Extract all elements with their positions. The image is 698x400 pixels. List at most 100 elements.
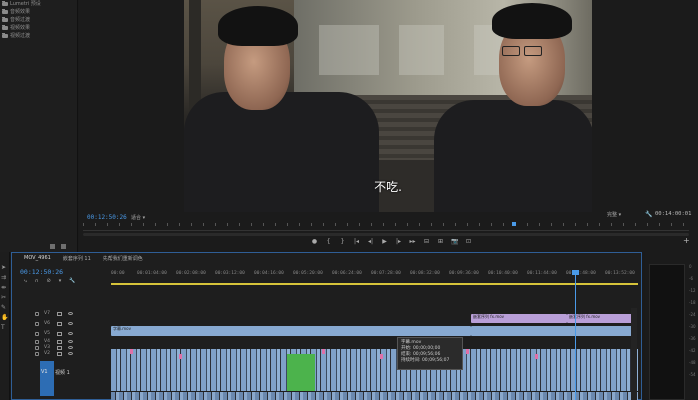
linked-selection-icon[interactable]: ⊘ [46, 278, 50, 284]
timeline-playhead[interactable] [575, 271, 576, 400]
transport-controls: ● { } |◂ ◂| ▶ |▸ ▸▸ ⊟ ⊞ 📷 ⊡ [311, 238, 472, 245]
pen-tool-icon[interactable]: ✎ [1, 304, 6, 311]
sync-lock-icon[interactable] [57, 322, 62, 326]
lock-icon[interactable] [35, 322, 39, 326]
clip-nested-fx-1[interactable]: 嵌套序列 fx.mov [471, 314, 567, 323]
export-frame-button[interactable]: 📷 [451, 238, 458, 245]
effects-item-audio-effects[interactable]: 音频效果 [2, 8, 30, 15]
step-back-button[interactable]: ◂| [367, 238, 374, 245]
effects-item-lumetri[interactable]: Lumetri 预设 [2, 0, 41, 7]
step-forward-button[interactable]: |▸ [395, 238, 402, 245]
timeline-vertical-scrollbar[interactable] [631, 308, 637, 400]
clip-marker[interactable] [179, 354, 182, 359]
video-preview[interactable]: 不吃. [184, 0, 592, 212]
razor-tool-icon[interactable]: ✂ [1, 294, 6, 301]
track-label-v1[interactable]: 视频 1 [55, 369, 70, 376]
timeline-settings-icon[interactable]: 🔧 [69, 278, 75, 284]
add-marker-button[interactable]: ● [311, 238, 318, 245]
fit-dropdown[interactable]: 适合 ▾ [131, 214, 145, 221]
sync-lock-icon[interactable] [57, 332, 62, 336]
selection-tool-icon[interactable]: ➤ [1, 264, 6, 271]
sync-lock-icon[interactable] [57, 352, 62, 356]
go-to-in-button[interactable]: |◂ [353, 238, 360, 245]
add-marker-icon[interactable]: ▾ [59, 278, 62, 284]
effects-item-video-effects[interactable]: 视频效果 [2, 24, 30, 31]
lock-icon[interactable] [35, 312, 39, 316]
delete-icon[interactable] [61, 244, 66, 249]
tab-sequence-mov4961[interactable]: MOV_4961 [24, 255, 51, 263]
db-label: -48 [689, 360, 696, 365]
eye-icon[interactable] [68, 346, 73, 349]
snap-icon[interactable]: ∩ [35, 278, 39, 284]
ruler-tick: 00:10:40:00 [488, 271, 518, 276]
timeline-panel: MOV_4961 嵌套序列 11 先帮我们重新调色 00:12:50:26 ⤷ … [11, 252, 642, 400]
nest-toggle-icon[interactable]: ⤷ [24, 278, 27, 284]
program-timecode[interactable]: 00:12:50:26 [87, 214, 127, 221]
db-label: -6 [689, 276, 693, 281]
new-bin-icon[interactable] [50, 244, 55, 249]
clip-marker[interactable] [466, 349, 469, 354]
tools-panel: ➤ ⇉ ⇹ ✂ ✎ ✋ T [0, 252, 10, 400]
clip-marker[interactable] [535, 354, 538, 359]
wrench-icon[interactable]: 🔧 [645, 211, 652, 218]
mark-in-button[interactable]: { [325, 238, 332, 245]
v1-lower-clip-strip[interactable] [111, 392, 638, 400]
lock-icon[interactable] [35, 352, 39, 356]
track-header-v2: V2 [12, 350, 111, 359]
sync-lock-icon[interactable] [57, 312, 62, 316]
db-label: -54 [689, 372, 696, 377]
eye-icon[interactable] [68, 340, 73, 343]
program-playhead[interactable] [512, 222, 516, 226]
effects-item-video-transitions[interactable]: 视频过渡 [2, 32, 30, 39]
clip-marker[interactable] [380, 354, 383, 359]
ruler-tick: 00:04:16:00 [254, 271, 284, 276]
work-area-bar[interactable] [111, 283, 638, 285]
hand-tool-icon[interactable]: ✋ [1, 314, 8, 321]
person-left-hair [218, 6, 298, 46]
lift-button[interactable]: ⊟ [423, 238, 430, 245]
background-window [319, 25, 379, 75]
mark-out-button[interactable]: } [339, 238, 346, 245]
track-name: V1 [41, 369, 48, 375]
background-window [399, 25, 444, 75]
effects-panel-footer [50, 244, 66, 249]
extract-button[interactable]: ⊞ [437, 238, 444, 245]
eye-icon[interactable] [68, 332, 73, 335]
comparison-view-button[interactable]: ⊡ [465, 238, 472, 245]
v1-clip-strip[interactable] [111, 349, 638, 391]
clip-marker[interactable] [322, 349, 325, 354]
tab-nested-sequence-11[interactable]: 嵌套序列 11 [63, 255, 91, 263]
ripple-edit-tool-icon[interactable]: ⇹ [1, 284, 6, 291]
clip-green-adjustment[interactable] [287, 354, 315, 391]
track-target-v1[interactable]: V1 [40, 361, 54, 396]
audio-meter-panel: 0 -6 -12 -18 -24 -30 -36 -42 -48 -54 [645, 252, 698, 400]
clip-marker[interactable] [130, 349, 133, 354]
button-editor-button[interactable]: + [683, 236, 690, 245]
clip-blue-right[interactable] [471, 326, 633, 336]
playback-resolution-value: 完整 [607, 212, 618, 218]
effects-item-label: 音频效果 [10, 9, 31, 15]
type-tool-icon[interactable]: T [1, 324, 5, 331]
timeline-timecode[interactable]: 00:12:50:26 [20, 268, 63, 276]
effects-item-label: 视频过渡 [10, 33, 31, 39]
eye-icon[interactable] [68, 322, 73, 325]
eye-icon[interactable] [68, 352, 73, 355]
play-button[interactable]: ▶ [381, 238, 388, 245]
lock-icon[interactable] [35, 332, 39, 336]
timeline-ruler[interactable]: 00:00 00:01:04:00 00:02:08:00 00:03:12:0… [111, 270, 638, 284]
playback-resolution-dropdown[interactable]: 完整 ▾ [607, 211, 621, 218]
db-label: -36 [689, 336, 696, 341]
go-to-out-button[interactable]: ▸▸ [409, 238, 416, 245]
db-label: -12 [689, 288, 696, 293]
effects-item-audio-transitions[interactable]: 音频过渡 [2, 16, 30, 23]
track-select-tool-icon[interactable]: ⇉ [1, 274, 6, 281]
program-zoom-scrollbar[interactable] [83, 233, 689, 236]
tab-regrade[interactable]: 先帮我们重新调色 [103, 255, 143, 263]
clip-subtitle-mov[interactable]: 字幕.mov [111, 326, 471, 336]
db-label: 0 [689, 264, 692, 269]
program-time-ruler[interactable] [83, 223, 689, 231]
timeline-toolbar: ⤷ ∩ ⊘ ▾ 🔧 [24, 278, 75, 284]
eye-icon[interactable] [68, 312, 73, 315]
clip-nested-fx-2[interactable]: 嵌套序列 fx.mov [567, 314, 633, 323]
ruler-tick: 00:09:36:00 [449, 271, 479, 276]
